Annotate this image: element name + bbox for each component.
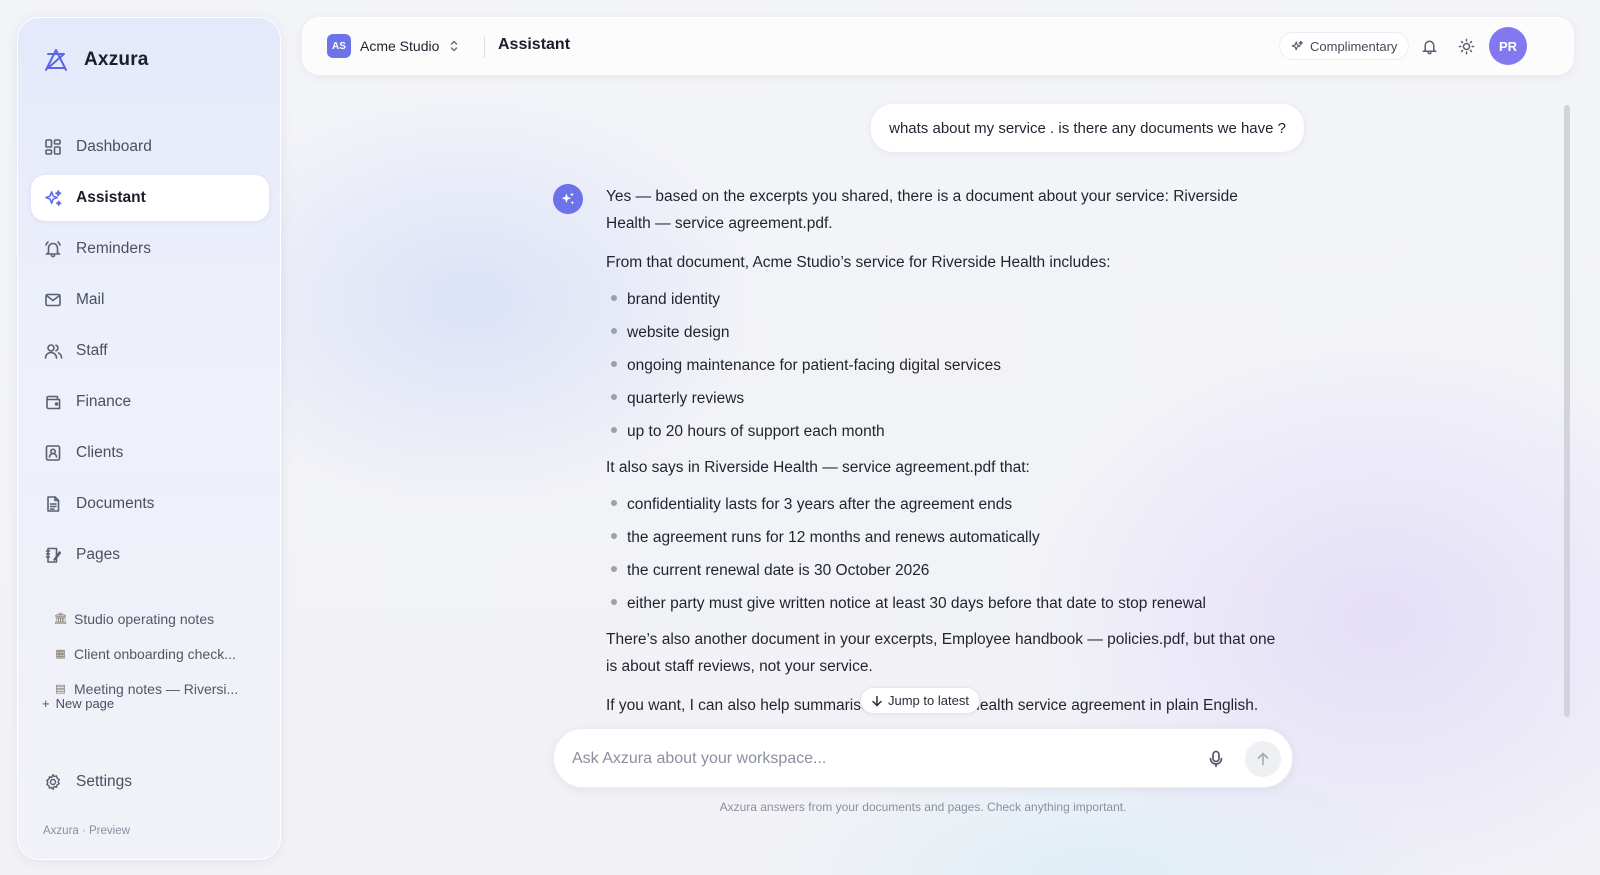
new-page-label: New page: [55, 696, 115, 711]
pages-list: 🏛 Studio operating notes ▦ Client onboar…: [54, 601, 274, 706]
page-item-label: Meeting notes — Riversi...: [74, 680, 239, 697]
sidebar-nav: Dashboard Assistant Reminders Mail Staff: [31, 124, 269, 583]
sidebar-item-label: Pages: [76, 546, 120, 563]
send-button[interactable]: [1245, 741, 1281, 777]
topbar: AS Acme Studio Assistant Complimentary P…: [302, 17, 1574, 75]
building-icon: 🏛: [53, 613, 68, 625]
sidebar-item-dashboard[interactable]: Dashboard: [31, 124, 269, 170]
sidebar-item-label: Clients: [76, 444, 124, 461]
sparkle-icon: [1291, 40, 1303, 50]
page-item-client-onboarding[interactable]: ▦ Client onboarding check...: [54, 636, 274, 671]
footer-note: Axzura · Preview: [43, 825, 130, 837]
theme-toggle-sun-icon[interactable]: [1455, 35, 1477, 57]
jump-label: Jump to latest: [888, 693, 969, 708]
list-item: up to 20 hours of support each month: [606, 420, 1286, 444]
jump-to-latest-button[interactable]: Jump to latest: [860, 687, 980, 714]
workspace-name: Acme Studio: [360, 38, 440, 54]
settings-section: Settings: [31, 759, 269, 810]
list-item: quarterly reviews: [606, 387, 1286, 411]
brand[interactable]: Axzura: [42, 46, 149, 74]
list-item: the agreement runs for 12 months and ren…: [606, 526, 1286, 550]
dashboard-icon: [43, 137, 63, 157]
sparkle-icon: [43, 188, 63, 208]
sparkle-icon: [561, 192, 575, 205]
plan-label: Complimentary: [1310, 38, 1398, 54]
sidebar-item-reminders[interactable]: Reminders: [31, 226, 269, 272]
app-name: Axzura: [84, 49, 149, 70]
axzura-logo-icon: [45, 49, 67, 71]
sidebar-item-label: Finance: [76, 393, 132, 410]
list-item: the current renewal date is 30 October 2…: [606, 559, 1286, 583]
sidebar-item-pages[interactable]: Pages: [31, 532, 269, 578]
document-icon: [43, 494, 63, 514]
list-item: brand identity: [606, 288, 1286, 312]
chevron-up-down-icon: [451, 40, 458, 52]
sidebar-item-label: Reminders: [76, 240, 151, 257]
sidebar-item-finance[interactable]: Finance: [31, 379, 269, 425]
list-item: ongoing maintenance for patient-facing d…: [606, 354, 1286, 378]
checklist-icon: ▦: [55, 648, 66, 660]
bell-icon: [43, 239, 63, 259]
topbar-divider: [484, 36, 485, 58]
message-input[interactable]: [572, 745, 1172, 773]
contact-icon: [43, 443, 63, 463]
message-paragraph: It also says in Riverside Health — servi…: [606, 459, 1030, 476]
page-title: Assistant: [498, 36, 571, 53]
workspace-switcher[interactable]: AS Acme Studio: [327, 34, 460, 58]
users-icon: [43, 341, 63, 361]
plan-badge[interactable]: Complimentary: [1279, 32, 1410, 60]
agreement-terms-list: confidentiality lasts for 3 years after …: [606, 493, 1286, 616]
sidebar-item-label: Documents: [76, 495, 155, 512]
sidebar-item-mail[interactable]: Mail: [31, 277, 269, 323]
notifications-bell-icon[interactable]: [1418, 35, 1440, 57]
gear-icon: [43, 772, 63, 792]
page-item-label: Studio operating notes: [74, 610, 215, 627]
sidebar-item-staff[interactable]: Staff: [31, 328, 269, 374]
page-item-studio-operating-notes[interactable]: 🏛 Studio operating notes: [54, 601, 274, 636]
wallet-icon: [43, 392, 63, 412]
sidebar-item-label: Settings: [76, 773, 133, 790]
sidebar-item-clients[interactable]: Clients: [31, 430, 269, 476]
microphone-icon[interactable]: [1206, 749, 1226, 769]
arrow-up-icon: [1257, 752, 1269, 766]
workspace-badge: AS: [327, 34, 351, 58]
sidebar-item-label: Dashboard: [76, 138, 152, 155]
arrow-down-icon: [872, 695, 882, 706]
notepad-icon: ▤: [55, 683, 66, 695]
disclaimer: Axzura answers from your documents and p…: [719, 800, 1127, 814]
message-paragraph: Yes — based on the excerpts you shared, …: [606, 188, 1238, 232]
plus-icon: +: [42, 696, 50, 711]
user-avatar[interactable]: PR: [1489, 27, 1527, 65]
sidebar: Axzura Dashboard Assistant Reminders Mai…: [17, 17, 281, 860]
notebook-icon: [43, 545, 63, 565]
sidebar-item-label: Staff: [76, 342, 108, 359]
message-paragraph: There’s also another document in your ex…: [606, 631, 1276, 675]
sidebar-item-assistant[interactable]: Assistant: [31, 175, 269, 221]
service-list: brand identity website design ongoing ma…: [606, 288, 1286, 444]
list-item: confidentiality lasts for 3 years after …: [606, 493, 1286, 517]
sidebar-item-label: Mail: [76, 291, 105, 308]
composer: [553, 728, 1293, 788]
scrollbar-thumb[interactable]: [1564, 105, 1570, 717]
list-item: website design: [606, 321, 1286, 345]
assistant-avatar: [553, 184, 583, 214]
sidebar-item-label: Assistant: [76, 189, 146, 206]
message-paragraph: From that document, Acme Studio’s servic…: [606, 254, 1111, 271]
page-item-label: Client onboarding check...: [74, 645, 236, 662]
new-page-button[interactable]: + New page: [42, 696, 114, 711]
mail-icon: [43, 290, 63, 310]
assistant-message: Yes — based on the excerpts you shared, …: [606, 183, 1286, 731]
sidebar-item-documents[interactable]: Documents: [31, 481, 269, 527]
chat-area: whats about my service . is there any do…: [302, 93, 1574, 835]
list-item: either party must give written notice at…: [606, 592, 1286, 616]
sidebar-item-settings[interactable]: Settings: [31, 759, 269, 805]
user-message-bubble: whats about my service . is there any do…: [871, 104, 1304, 152]
